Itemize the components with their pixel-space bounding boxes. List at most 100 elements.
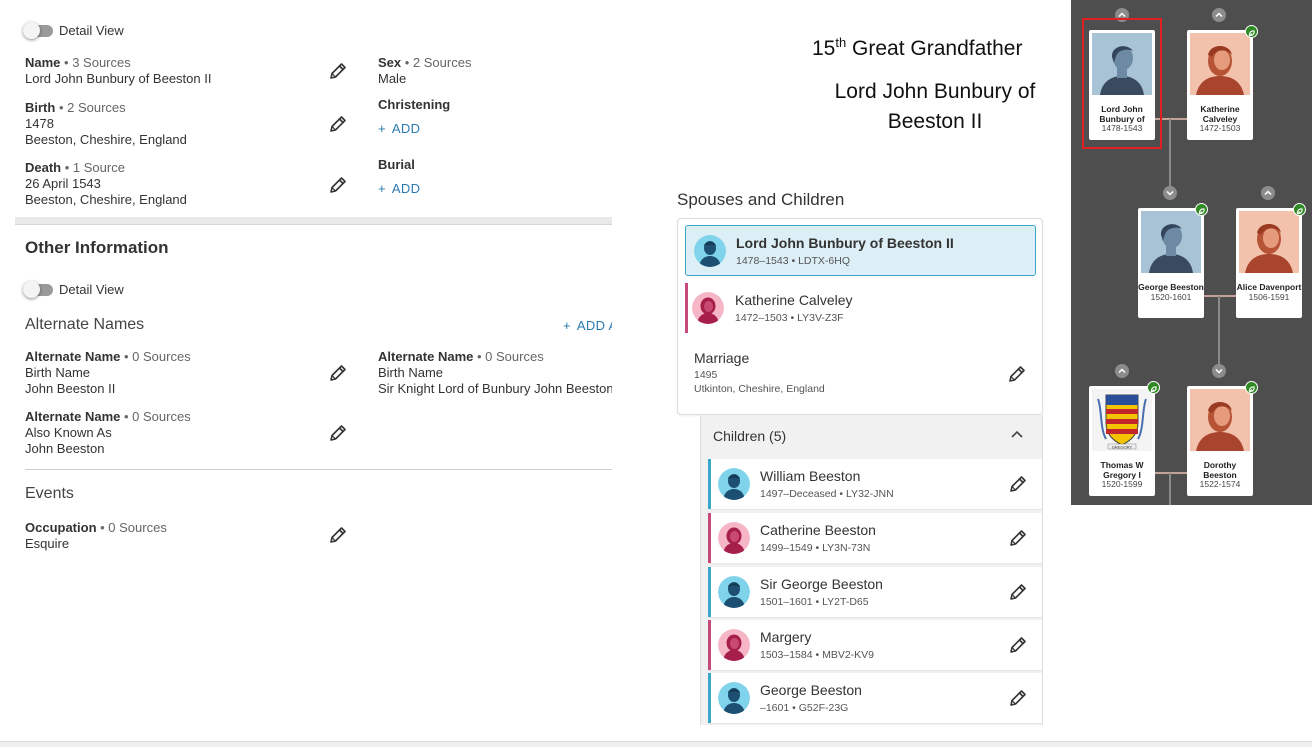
alt-name-value: Sir Knight Lord of Bunbury John Beeston	[378, 381, 612, 396]
name-sources[interactable]: 3 Sources	[60, 55, 130, 70]
wife-name[interactable]: Katherine Calveley	[735, 292, 853, 308]
record-hint-leaf-icon[interactable]	[1195, 203, 1208, 216]
female-portrait-icon	[1239, 211, 1299, 273]
person-name-overlay: Lord John Bunbury of Beeston II	[790, 77, 1080, 137]
record-hint-leaf-icon[interactable]	[1293, 203, 1306, 216]
birth-sources[interactable]: 2 Sources	[55, 100, 125, 115]
edit-child-pencil-icon[interactable]	[1008, 474, 1028, 494]
plus-icon: +	[378, 181, 386, 196]
bottom-scroll-strip	[0, 741, 1312, 747]
alt-name-title: Alternate Name	[378, 349, 474, 364]
expand-children-chevron-down-icon[interactable]	[1163, 186, 1177, 200]
alt-name-sources[interactable]: 0 Sources	[120, 409, 190, 424]
edit-child-pencil-icon[interactable]	[1008, 528, 1028, 548]
child-name[interactable]: Catherine Beeston	[760, 522, 1008, 538]
child-name[interactable]: Margery	[760, 629, 1008, 645]
child-row[interactable]: Margery 1503–1584 MBV2-KV9	[708, 620, 1042, 670]
husband-row[interactable]: Lord John Bunbury of Beeston II 1478–154…	[685, 225, 1036, 276]
marriage-label: Marriage	[694, 350, 750, 366]
edit-alt-name-pencil-icon[interactable]	[328, 363, 348, 383]
divider	[25, 469, 612, 470]
edit-alt-name-pencil-icon[interactable]	[328, 423, 348, 443]
record-hint-leaf-icon[interactable]	[1245, 25, 1258, 38]
edit-child-pencil-icon[interactable]	[1008, 688, 1028, 708]
alternate-names-heading: Alternate Names	[25, 316, 145, 333]
alt-name-item: Alternate Name0 Sources Birth Name John …	[25, 349, 191, 397]
alt-name-type: Also Known As	[25, 425, 112, 440]
alt-name-value: John Beeston II	[25, 381, 116, 396]
detail-view-toggle[interactable]: Detail View	[23, 21, 124, 39]
occupation-fact: Occupation0 Sources Esquire	[25, 520, 167, 552]
other-info-heading: Other Information	[25, 238, 169, 257]
other-detail-view-toggle[interactable]: Detail View	[23, 280, 124, 298]
child-row[interactable]: Sir George Beeston 1501–1601 LY2T-D65	[708, 567, 1042, 617]
child-row[interactable]: William Beeston 1497–Deceased LY32-JNN	[708, 459, 1042, 509]
tree-person-dates: 1472-1503	[1199, 123, 1241, 133]
record-hint-leaf-icon[interactable]	[1147, 381, 1160, 394]
expand-parents-chevron-up-icon[interactable]	[1115, 364, 1129, 378]
alt-name-sources[interactable]: 0 Sources	[120, 349, 190, 364]
christening-fact: Christening	[378, 97, 450, 113]
plus-icon: +	[563, 318, 571, 333]
sex-fact: Sex2 Sources Male	[378, 55, 471, 87]
add-alternate-name-label: ADD A	[576, 318, 612, 333]
death-fact: Death1 Source 26 April 1543 Beeston, Che…	[25, 160, 187, 208]
chevron-up-icon[interactable]	[1008, 427, 1026, 441]
child-id: LY32-JNN	[846, 488, 894, 500]
edit-birth-pencil-icon[interactable]	[328, 114, 348, 134]
add-christening-label: ADD	[391, 121, 421, 136]
child-name[interactable]: Sir George Beeston	[760, 576, 1008, 592]
relationship-generation: 15	[812, 37, 836, 60]
toggle-switch[interactable]	[23, 21, 53, 39]
wife-dates: 1472–1503	[735, 312, 788, 324]
sex-sources[interactable]: 2 Sources	[401, 55, 471, 70]
alt-name-item: Alternate Name0 Sources Also Known As Jo…	[25, 409, 191, 457]
add-christening-button[interactable]: + ADD	[378, 121, 420, 136]
marriage-place: Utkinton, Cheshire, England	[694, 383, 825, 395]
child-id: MBV2-KV9	[822, 649, 875, 661]
death-title: Death	[25, 160, 62, 175]
christening-title: Christening	[378, 97, 451, 112]
edit-child-pencil-icon[interactable]	[1008, 582, 1028, 602]
husband-id: LDTX-6HQ	[798, 254, 851, 267]
child-name[interactable]: William Beeston	[760, 468, 1008, 484]
edit-marriage-pencil-icon[interactable]	[1007, 364, 1027, 384]
child-row[interactable]: Catherine Beeston 1499–1549 LY3N-73N	[708, 513, 1042, 563]
add-alternate-name-button[interactable]: + ADD A	[563, 318, 612, 333]
wife-row[interactable]: Katherine Calveley 1472–1503 LY3V-Z3F	[692, 283, 1032, 333]
tree-person-card[interactable]: Katherine Calveley 1472-1503	[1187, 30, 1253, 140]
child-row[interactable]: George Beeston –1601 G52F-23G	[708, 673, 1042, 723]
tree-person-card[interactable]: Dorothy Beeston 1522-1574	[1187, 386, 1253, 496]
children-count-label: Children (5)	[713, 428, 787, 444]
tree-person-card[interactable]: GREGORY Thomas W Gregory I 1520-1599	[1089, 386, 1155, 496]
name-fact: Name3 Sources Lord John Bunbury of Beest…	[25, 55, 211, 87]
tree-person-dates: 1520-1601	[1150, 291, 1192, 302]
tree-person-dates: 1522-1574	[1199, 479, 1241, 489]
tree-person-name: Katherine Calveley	[1200, 104, 1240, 124]
expand-parents-chevron-up-icon[interactable]	[1212, 8, 1226, 22]
events-heading: Events	[25, 485, 74, 502]
edit-death-pencil-icon[interactable]	[328, 175, 348, 195]
relationship-ordinal: th	[835, 35, 847, 50]
toggle-switch[interactable]	[23, 280, 53, 298]
occupation-sources[interactable]: 0 Sources	[97, 520, 167, 535]
male-avatar-icon	[694, 235, 726, 267]
tree-person-card[interactable]: Alice Davenport 1506-1591	[1236, 208, 1302, 318]
edit-name-pencil-icon[interactable]	[328, 61, 348, 81]
child-name[interactable]: George Beeston	[760, 682, 1008, 698]
add-burial-button[interactable]: + ADD	[378, 181, 420, 196]
coat-of-arms-icon: GREGORY	[1092, 389, 1152, 451]
edit-occupation-pencil-icon[interactable]	[328, 525, 348, 545]
tree-person-card[interactable]: George Beeston 1520-1601	[1138, 208, 1204, 318]
expand-parents-chevron-up-icon[interactable]	[1261, 186, 1275, 200]
edit-child-pencil-icon[interactable]	[1008, 635, 1028, 655]
husband-name[interactable]: Lord John Bunbury of Beeston II	[736, 235, 954, 251]
child-dates: –1601	[760, 702, 790, 714]
alt-name-sources[interactable]: 0 Sources	[473, 349, 543, 364]
record-hint-leaf-icon[interactable]	[1245, 381, 1258, 394]
alt-name-title: Alternate Name	[25, 349, 121, 364]
death-sources[interactable]: 1 Source	[61, 160, 125, 175]
expand-children-chevron-down-icon[interactable]	[1212, 364, 1226, 378]
tree-person-dates: 1506-1591	[1248, 291, 1290, 302]
spouses-heading: Spouses and Children	[677, 190, 845, 209]
